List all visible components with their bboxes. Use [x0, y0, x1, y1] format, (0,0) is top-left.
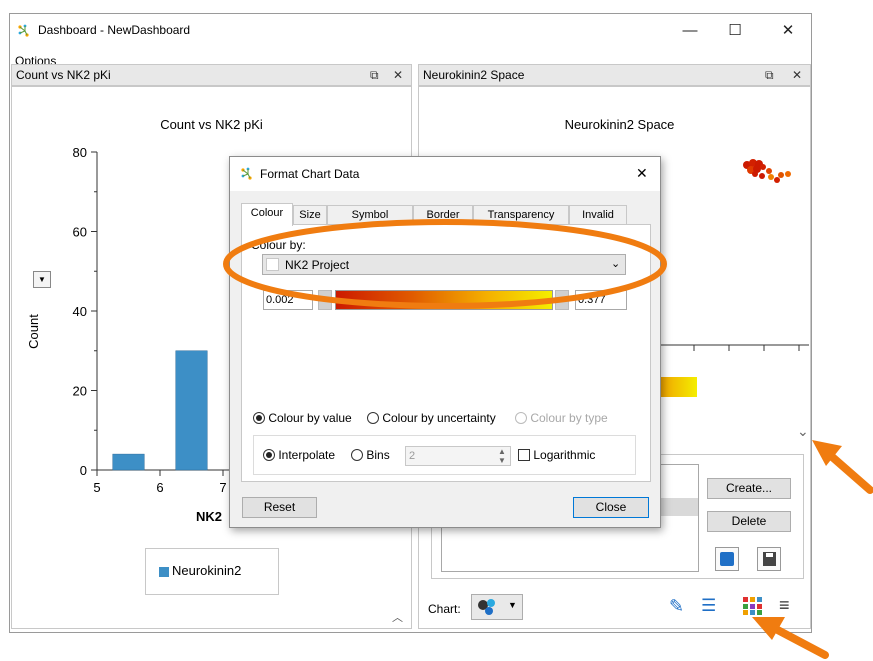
highlight-ellipse: [223, 219, 667, 309]
x-axis-label: NK2: [196, 509, 223, 524]
tab-colour[interactable]: Colour: [241, 203, 293, 226]
arrow-icon: [812, 440, 873, 494]
arrow-icon: [752, 617, 829, 659]
annotation-overlay: [223, 219, 873, 659]
